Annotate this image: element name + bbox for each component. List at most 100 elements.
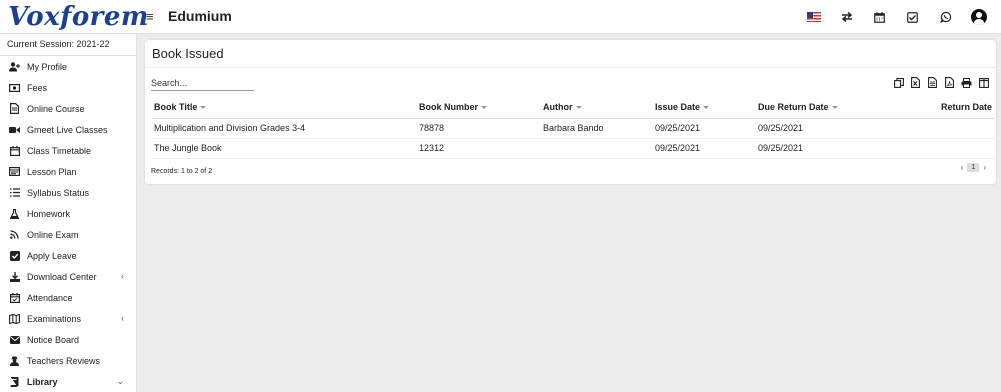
sidebar-item-label: Teachers Reviews [27, 355, 101, 366]
next-page-button[interactable]: › [983, 163, 986, 172]
sidebar-item-examinations[interactable]: Examinations ‹ [0, 308, 136, 329]
columns-icon[interactable] [975, 76, 992, 89]
page-title: Book Issued [152, 46, 224, 61]
column-header-author[interactable]: Author [541, 97, 653, 119]
sidebar-item-label: Online Exam [27, 229, 79, 240]
sidebar-item-label: Gmeet Live Classes [27, 124, 108, 135]
sidebar-item-label: Apply Leave [27, 250, 77, 261]
sidebar-item-label: Examinations [27, 313, 82, 324]
column-header-book-title[interactable]: Book Title [152, 97, 417, 119]
sidebar-item-homework[interactable]: Homework [0, 203, 136, 224]
sidebar-item-label: Attendance [27, 292, 73, 303]
us-flag-icon[interactable] [797, 8, 830, 26]
map-icon [9, 313, 20, 324]
records-info: Records: 1 to 2 of 2 [151, 168, 213, 175]
excel-icon[interactable] [907, 76, 924, 89]
video-icon [9, 124, 20, 135]
envelope-icon [9, 334, 20, 345]
current-session: Current Session: 2021-22 [0, 34, 136, 56]
sidebar-item-online-course[interactable]: Online Course [0, 98, 136, 119]
sort-icon [200, 106, 207, 110]
sidebar-item-fees[interactable]: Fees [0, 77, 136, 98]
sidebar-item-label: Fees [27, 82, 48, 93]
book-issued-table: Book Title Book Number Author Issue Date… [152, 97, 994, 159]
app-name: Edumium [168, 8, 232, 24]
calendar-icon[interactable] [863, 8, 896, 26]
column-header-due-return-date[interactable]: Due Return Date [756, 97, 886, 119]
sidebar-item-label: Lesson Plan [27, 166, 77, 177]
book-icon [9, 376, 20, 387]
book-title-cell: The Jungle Book [152, 138, 417, 159]
calendar-check-icon [9, 292, 20, 303]
sidebar-item-notice-board[interactable]: Notice Board [0, 329, 136, 350]
sidebar-item-label: Syllabus Status [27, 187, 90, 198]
page-number-button[interactable]: 1 [967, 163, 980, 172]
sort-icon [575, 106, 582, 110]
sidebar-item-label: Download Center [27, 271, 97, 282]
sidebar-item-class-timetable[interactable]: Class Timetable [0, 140, 136, 161]
book-number-cell: 12312 [417, 138, 541, 159]
sidebar-item-gmeet-live-classes[interactable]: Gmeet Live Classes [0, 119, 136, 140]
search-input[interactable] [151, 76, 254, 91]
lesson-icon [9, 166, 20, 177]
user-secret-icon [9, 355, 20, 366]
sidebar-item-attendance[interactable]: Attendance [0, 287, 136, 308]
user-plus-icon [9, 61, 20, 72]
due-return-date-cell: 09/25/2021 [756, 138, 886, 159]
table-row: Multiplication and Division Grades 3-4 7… [152, 118, 994, 139]
sidebar-item-label: My Profile [27, 61, 68, 72]
user-avatar-icon[interactable] [962, 8, 995, 26]
sidebar-item-online-exam[interactable]: Online Exam [0, 224, 136, 245]
top-bar: Voxforem ≡ Edumium [0, 0, 1001, 34]
author-cell [541, 138, 653, 159]
book-issued-card: Book Issued Book Title Book Number Autho… [145, 40, 996, 184]
sort-icon [481, 106, 488, 110]
rss-icon [9, 229, 20, 240]
sidebar-item-syllabus-status[interactable]: Syllabus Status [0, 182, 136, 203]
sort-icon [831, 106, 838, 110]
logo[interactable]: Voxforem [8, 2, 149, 32]
sidebar-item-label: Notice Board [27, 334, 80, 345]
sidebar-item-apply-leave[interactable]: Apply Leave [0, 245, 136, 266]
checklist-icon[interactable] [896, 8, 929, 26]
issue-date-cell: 09/25/2021 [653, 118, 756, 139]
chevron-down-icon: ⌄ [116, 376, 124, 386]
column-header-issue-date[interactable]: Issue Date [653, 97, 756, 119]
sort-icon [703, 106, 710, 110]
print-icon[interactable] [958, 76, 975, 89]
list-icon [9, 187, 20, 198]
sidebar-item-label: Online Course [27, 103, 85, 114]
due-return-date-cell: 09/25/2021 [756, 118, 886, 139]
money-icon [9, 82, 20, 93]
author-cell: Barbara Bando [541, 118, 653, 139]
calendar-icon [9, 145, 20, 156]
menu-toggle-icon[interactable]: ≡ [146, 10, 154, 23]
header-icons [797, 8, 995, 26]
column-header-return-date[interactable]: Return Date [886, 97, 994, 119]
main-content: Book Issued Book Title Book Number Autho… [137, 34, 1001, 392]
return-date-cell [886, 138, 994, 159]
sidebar-item-teachers-reviews[interactable]: Teachers Reviews [0, 350, 136, 371]
table-toolbar [890, 76, 992, 89]
divider [145, 67, 996, 68]
check-square-icon [9, 250, 20, 261]
table-row: The Jungle Book 12312 09/25/2021 09/25/2… [152, 138, 994, 159]
csv-icon[interactable] [924, 76, 941, 89]
sidebar-item-label: Library [27, 376, 58, 387]
book-number-cell: 78878 [417, 118, 541, 139]
sidebar-item-my-profile[interactable]: My Profile [0, 56, 136, 77]
chevron-left-icon: ‹ [121, 271, 124, 281]
download-icon [9, 271, 20, 282]
sidebar-item-download-center[interactable]: Download Center ‹ [0, 266, 136, 287]
sidebar-item-lesson-plan[interactable]: Lesson Plan [0, 161, 136, 182]
column-header-book-number[interactable]: Book Number [417, 97, 541, 119]
sidebar-item-library[interactable]: Library ⌄ [0, 371, 136, 392]
swap-icon[interactable] [830, 8, 863, 26]
whatsapp-icon[interactable] [929, 8, 962, 26]
chevron-left-icon: ‹ [121, 313, 124, 323]
previous-page-button[interactable]: ‹ [961, 163, 964, 172]
copy-icon[interactable] [890, 76, 907, 89]
issue-date-cell: 09/25/2021 [653, 138, 756, 159]
pdf-icon[interactable] [941, 76, 958, 89]
book-title-cell: Multiplication and Division Grades 3-4 [152, 118, 417, 139]
